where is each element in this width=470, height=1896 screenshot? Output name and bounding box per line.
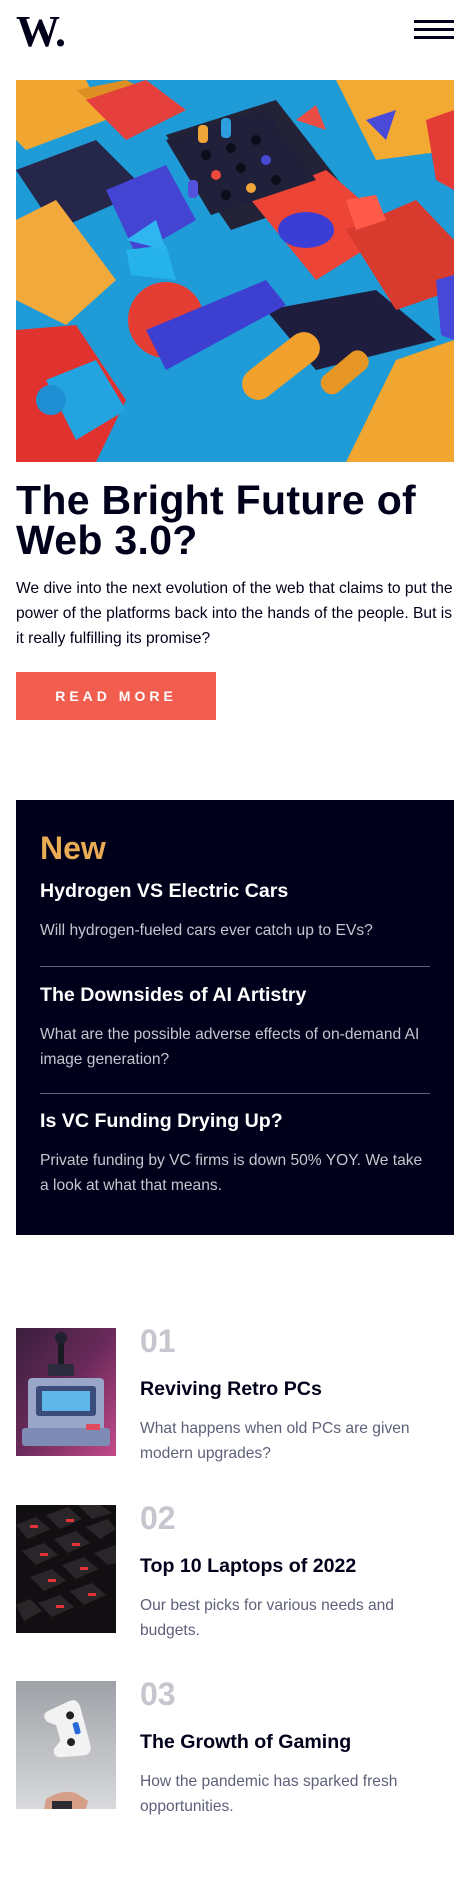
new-heading: New [40, 830, 106, 866]
new-item-description: What are the possible adverse effects of… [40, 1026, 420, 1068]
rank-title[interactable]: Reviving Retro PCs [140, 1376, 322, 1402]
new-item-hydrogen[interactable]: Hydrogen VS Electric Cars Will hydrogen-… [40, 878, 430, 943]
colorful-3d-blocks-image [16, 80, 454, 462]
rank-number: 02 [140, 1500, 176, 1536]
hero-image [16, 80, 454, 462]
rank-title[interactable]: Top 10 Laptops of 2022 [140, 1553, 356, 1579]
rank-title[interactable]: The Growth of Gaming [140, 1729, 351, 1755]
site-logo[interactable]: W. [16, 10, 66, 54]
new-item-description: Private funding by VC firms is down 50% … [40, 1152, 423, 1194]
ranked-item-03: 03 The Growth of Gaming How the pandemic… [16, 1676, 454, 1815]
new-divider [40, 966, 430, 967]
new-item-ai-artistry[interactable]: The Downsides of AI Artistry What are th… [40, 982, 430, 1072]
rank-number: 01 [140, 1323, 176, 1359]
ranked-item-01: 01 Reviving Retro PCs What happens when … [16, 1323, 454, 1462]
new-item-vc-funding[interactable]: Is VC Funding Drying Up? Private funding… [40, 1108, 430, 1198]
hero-title: The Bright Future of Web 3.0? [16, 477, 417, 563]
ranked-item-02: 02 Top 10 Laptops of 2022 Our best picks… [16, 1500, 454, 1639]
rank-description: What happens when old PCs are given mode… [140, 1420, 410, 1462]
site-header: W. [16, 10, 454, 54]
new-item-title[interactable]: Hydrogen VS Electric Cars [40, 878, 430, 904]
new-item-title[interactable]: The Downsides of AI Artistry [40, 982, 430, 1008]
game-controller-image[interactable] [16, 1681, 116, 1809]
laptop-keyboard-image[interactable] [16, 1505, 116, 1633]
hero-description: We dive into the next evolution of the w… [16, 580, 453, 647]
retro-pc-image[interactable] [16, 1328, 116, 1456]
new-item-title[interactable]: Is VC Funding Drying Up? [40, 1108, 430, 1134]
read-more-button[interactable]: READ MORE [16, 672, 216, 720]
hamburger-menu-icon[interactable] [414, 20, 454, 40]
rank-description: How the pandemic has sparked fresh oppor… [140, 1773, 398, 1815]
new-articles-panel: New Hydrogen VS Electric Cars Will hydro… [16, 800, 454, 1235]
new-item-description: Will hydrogen-fueled cars ever catch up … [40, 922, 373, 939]
rank-number: 03 [140, 1676, 176, 1712]
rank-description: Our best picks for various needs and bud… [140, 1597, 394, 1639]
new-divider [40, 1093, 430, 1094]
